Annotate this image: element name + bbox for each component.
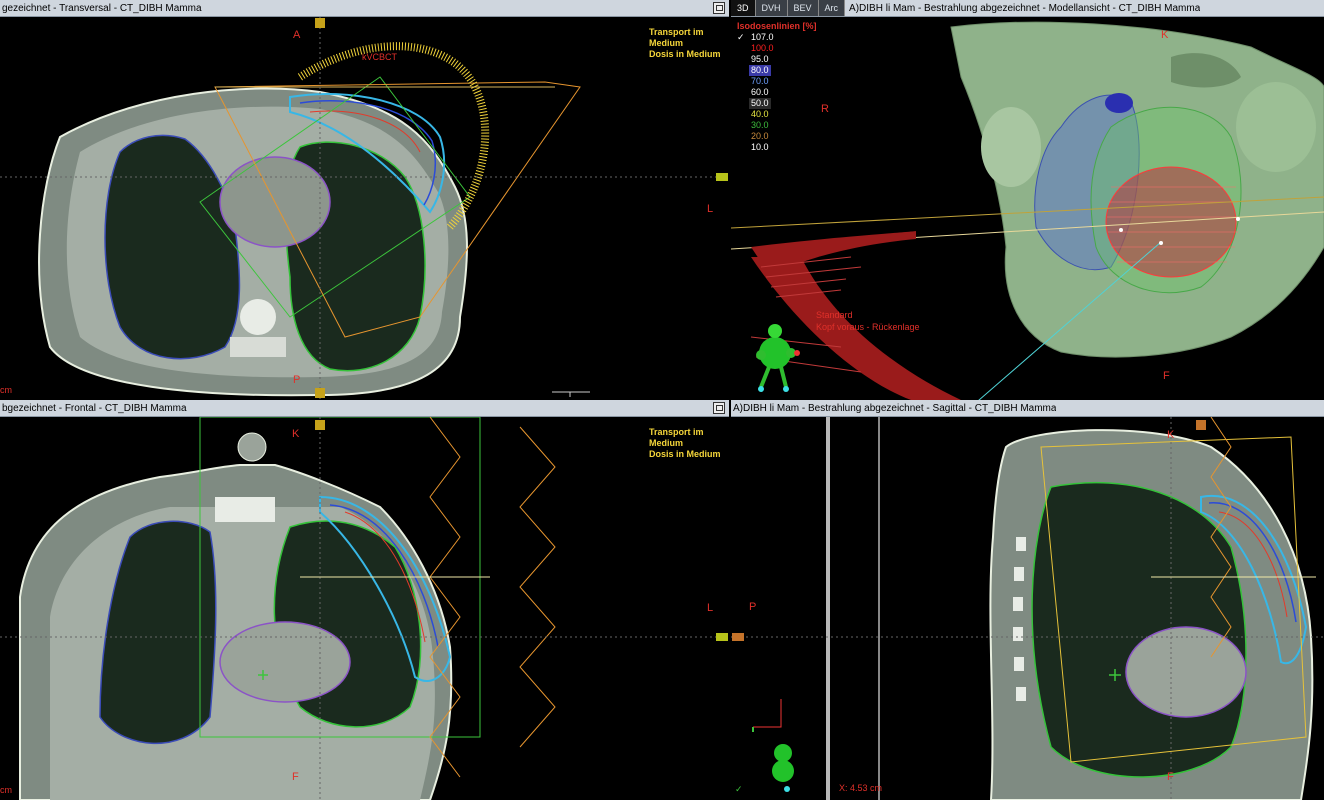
check-icon: ✓ xyxy=(735,784,743,794)
isodose-value: 107.0 xyxy=(751,32,774,42)
patient-position-line: Standard xyxy=(816,310,853,320)
overlay-line: Medium xyxy=(649,438,684,448)
patient-position: Standard Kopf voraus - Rückenlage xyxy=(816,309,920,333)
isodose-check[interactable]: ✓ xyxy=(737,32,745,43)
orientation-label-left: L xyxy=(707,602,714,614)
tab-dvh[interactable]: DVH xyxy=(755,0,788,16)
isodose-level[interactable]: 80.0 xyxy=(737,65,817,76)
orientation-label-right: R xyxy=(821,103,829,115)
isodose-legend: Isodosenlinien [%] ✓ 107.0 100.0 95.0 80.0 70… xyxy=(737,21,817,153)
isodose-level[interactable]: ✓ 107.0 xyxy=(737,32,817,43)
sagittal-x-position: X: 4.53 cm xyxy=(839,783,883,793)
isodose-level[interactable]: 10.0 xyxy=(737,142,817,153)
isodose-level[interactable]: 60.0 xyxy=(737,87,817,98)
orientation-label-feet: F xyxy=(1167,771,1174,783)
ct-image-transversal xyxy=(0,17,729,400)
orientation-label-anterior: A xyxy=(293,29,301,41)
orientation-label-cranial: K xyxy=(1167,429,1175,441)
isodose-value: 40.0 xyxy=(751,109,769,119)
isodose-check[interactable] xyxy=(737,87,745,98)
orientation-label-cranial: K xyxy=(1161,29,1169,41)
overlay-line: Transport im xyxy=(649,27,704,37)
isodose-level[interactable]: 100.0 xyxy=(737,43,817,54)
transport-info: Transport im Medium Dosis in Medium xyxy=(649,427,721,460)
tab-3d[interactable]: 3D xyxy=(731,0,756,16)
isodose-check[interactable] xyxy=(737,43,745,54)
ct-view-frontal[interactable]: K F L Transport im Medium Dosis in Mediu… xyxy=(0,417,729,800)
ct-view-transversal[interactable]: A P L kVCBCT Transport im Medium Dosis i… xyxy=(0,17,729,400)
pane-model3d[interactable]: 3D DVH BEV Arc A)DIBH li Mam - Bestrahlu… xyxy=(731,0,1324,400)
isodose-check[interactable] xyxy=(737,131,745,142)
isodose-check[interactable] xyxy=(737,120,745,131)
orientation-label-posterior: P xyxy=(749,601,757,613)
orientation-label-feet: F xyxy=(292,771,299,783)
ct-image-sagittal xyxy=(731,417,1324,800)
isodose-value: 100.0 xyxy=(751,43,774,53)
patient-position-line: Kopf voraus - Rückenlage xyxy=(816,322,920,332)
isodose-level[interactable]: 50.0 xyxy=(737,98,817,109)
pane-titlebar[interactable]: bgezeichnet - Frontal - CT_DIBH Mamma xyxy=(0,400,729,417)
pane-titlebar[interactable]: gezeichnet - Transversal - CT_DIBH Mamma xyxy=(0,0,729,17)
scale-unit: cm xyxy=(0,785,12,795)
isodose-check[interactable] xyxy=(737,54,745,65)
kv-cbct-label: kVCBCT xyxy=(362,52,398,62)
isodose-value: 70.0 xyxy=(751,76,769,86)
model-3d-view[interactable]: Isodosenlinien [%] ✓ 107.0 100.0 95.0 80.0 70… xyxy=(731,17,1324,400)
overlay-line: Transport im xyxy=(649,427,704,437)
isodose-value: 30.0 xyxy=(751,120,769,130)
pane-title: A)DIBH li Mam - Bestrahlung abgezeichnet… xyxy=(733,402,1057,414)
isodose-check[interactable] xyxy=(737,109,745,120)
overlay-line: Medium xyxy=(649,38,684,48)
pane-frontal[interactable]: bgezeichnet - Frontal - CT_DIBH Mamma K xyxy=(0,400,729,800)
orientation-label-posterior: P xyxy=(293,374,301,386)
view-tabs: 3D DVH BEV Arc xyxy=(731,0,846,16)
isodose-level[interactable]: 20.0 xyxy=(737,131,817,142)
isodose-legend-header: Isodosenlinien [%] xyxy=(737,21,817,31)
isodose-value: 10.0 xyxy=(751,142,769,152)
pane-title: A)DIBH li Mam - Bestrahlung abgezeichnet… xyxy=(849,2,1201,14)
overlay-line: Dosis in Medium xyxy=(649,449,721,459)
isodose-level[interactable]: 30.0 xyxy=(737,120,817,131)
transport-info: Transport im Medium Dosis in Medium xyxy=(649,27,721,60)
isodose-value: 20.0 xyxy=(751,131,769,141)
pane-titlebar[interactable]: 3D DVH BEV Arc A)DIBH li Mam - Bestrahlu… xyxy=(731,0,1324,17)
pane-transversal[interactable]: gezeichnet - Transversal - CT_DIBH Mamma xyxy=(0,0,729,400)
isodose-value: 50.0 xyxy=(749,98,771,109)
pane-title: gezeichnet - Transversal - CT_DIBH Mamma xyxy=(2,2,202,14)
isodose-check[interactable] xyxy=(737,142,745,153)
ct-image-frontal xyxy=(0,417,729,800)
isodose-check[interactable] xyxy=(737,76,745,87)
model-3d-render xyxy=(731,21,1324,400)
tab-arc[interactable]: Arc xyxy=(818,0,846,16)
maximize-button[interactable] xyxy=(713,2,725,14)
isodose-check[interactable] xyxy=(737,98,745,109)
isodose-level[interactable]: 95.0 xyxy=(737,54,817,65)
maximize-button[interactable] xyxy=(713,402,725,414)
isodose-level[interactable]: 40.0 xyxy=(737,109,817,120)
tab-bev[interactable]: BEV xyxy=(787,0,819,16)
pane-title: bgezeichnet - Frontal - CT_DIBH Mamma xyxy=(2,402,187,414)
pane-sagittal[interactable]: A)DIBH li Mam - Bestrahlung abgezeichnet… xyxy=(731,400,1324,800)
overlay-line: Dosis in Medium xyxy=(649,49,721,59)
ct-view-sagittal[interactable]: K F P X: 4.53 cm ✓ xyxy=(731,417,1324,800)
pane-titlebar[interactable]: A)DIBH li Mam - Bestrahlung abgezeichnet… xyxy=(731,400,1324,417)
isodose-value: 60.0 xyxy=(751,87,769,97)
isodose-value: 95.0 xyxy=(751,54,769,64)
isodose-list: ✓ 107.0 100.0 95.0 80.0 70.0 60.0 50.0 40.0 30.0 2… xyxy=(737,32,817,153)
isodose-value: 80.0 xyxy=(749,65,771,76)
isodose-level[interactable]: 70.0 xyxy=(737,76,817,87)
orientation-label-cranial: K xyxy=(292,428,300,440)
orientation-label-left: L xyxy=(707,203,714,215)
orientation-label-feet: F xyxy=(1163,370,1170,382)
scale-unit: cm xyxy=(0,385,12,395)
isodose-check[interactable] xyxy=(737,65,745,76)
